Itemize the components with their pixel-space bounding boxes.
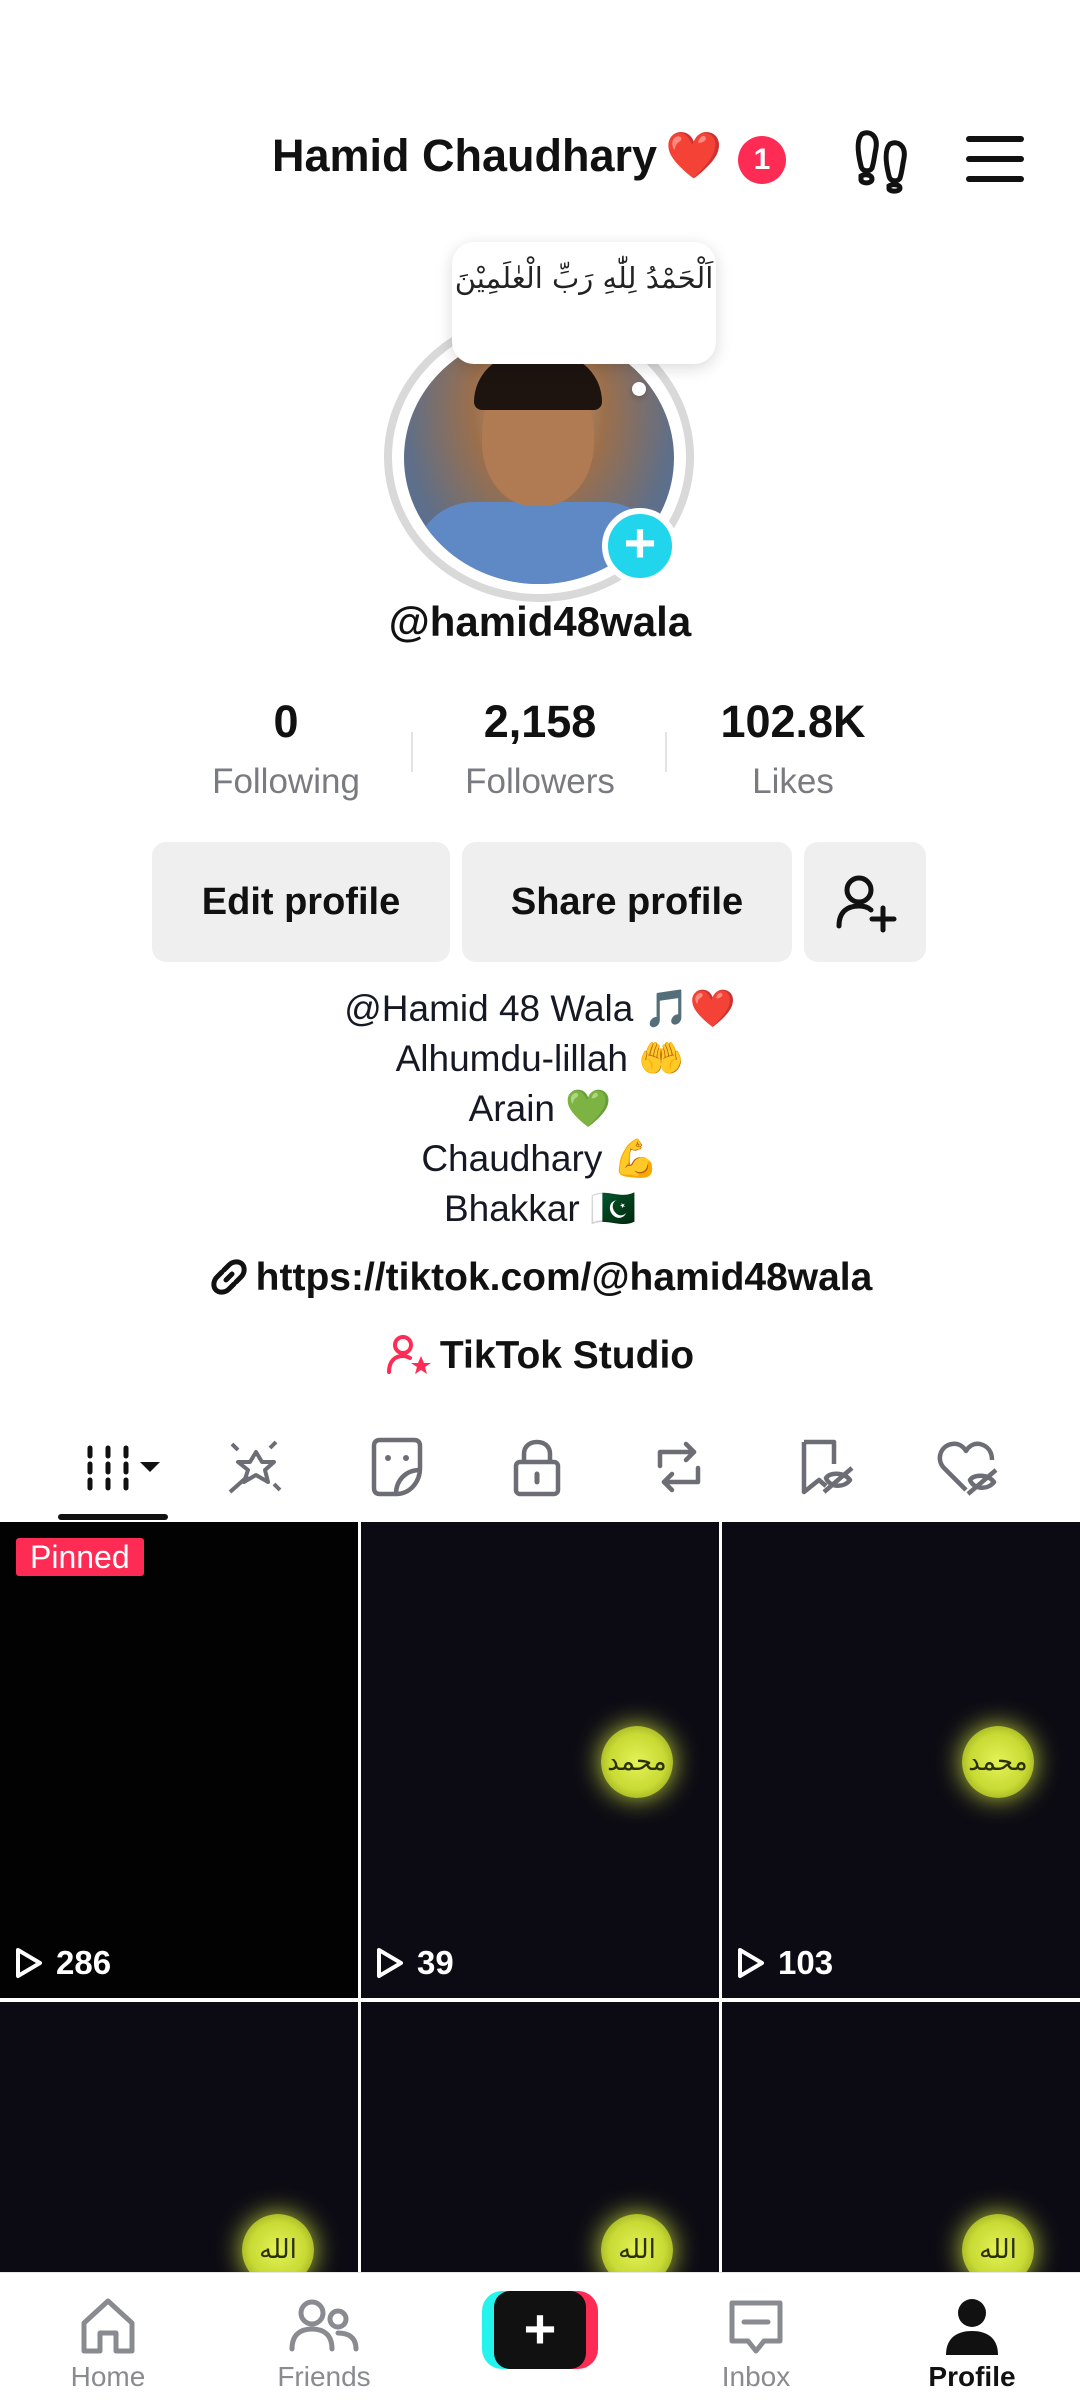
following-count: 0 (273, 696, 299, 747)
bio-line: Bhakkar 🇵🇰 (443, 1188, 637, 1229)
bio: @Hamid 48 Wala 🎵❤️ Alhumdu-lillah 🤲 Arai… (0, 984, 1080, 1234)
video-thumbnail[interactable]: Pinned 286 (0, 1522, 358, 1998)
nav-home-label: Home (70, 2361, 146, 2392)
notification-badge[interactable]: 1 (738, 136, 786, 184)
play-icon (16, 1948, 42, 1978)
nav-inbox-label: Inbox (721, 2361, 791, 2392)
plus-icon: + (494, 2291, 586, 2369)
nav-home[interactable]: Home (28, 2295, 188, 2393)
nav-inbox[interactable]: Inbox (676, 2295, 836, 2393)
edit-profile-button[interactable]: Edit profile (152, 842, 450, 962)
video-thumbnail[interactable]: الله (361, 2002, 719, 2272)
likes-stat[interactable]: 102.8K Likes (673, 696, 913, 802)
following-stat[interactable]: 0 Following (166, 696, 406, 802)
view-count: 103 (736, 1944, 833, 1982)
emblem-muhammad: محمد (601, 1726, 673, 1798)
stat-divider (411, 732, 413, 772)
view-count-text: 39 (417, 1944, 454, 1981)
followers-stat[interactable]: 2,158 Followers (420, 696, 660, 802)
video-thumbnail[interactable]: الله (0, 2002, 358, 2272)
emblem-muhammad: محمد (962, 1726, 1034, 1798)
followers-count: 2,158 (483, 696, 597, 747)
videos-grid-icon[interactable] (80, 1432, 170, 1502)
note-bubble[interactable]: اَلْحَمْدُ لِلّٰهِ رَبِّ الْعٰلَمِيْنَ (452, 242, 716, 364)
video-grid: Pinned 286 محمد 39 محمد 103 الله الله ال… (0, 1522, 1080, 2272)
add-person-icon (836, 875, 897, 933)
profile-header: Hamid Chaudhary ❤️ 1 (0, 120, 1080, 200)
reposts-icon[interactable] (644, 1432, 714, 1502)
nav-friends-label: Friends (277, 2361, 371, 2392)
play-icon (377, 1948, 403, 1978)
bottom-nav: Home Friends + Inbox Profile (0, 2272, 1080, 2408)
add-story-button[interactable]: + (602, 508, 678, 584)
friends-icon (289, 2299, 359, 2352)
hamburger-menu-icon[interactable] (966, 136, 1024, 182)
liked-hidden-icon[interactable] (932, 1432, 1002, 1502)
private-lock-icon[interactable] (502, 1432, 572, 1502)
bio-line: Arain 💚 (468, 1088, 612, 1129)
likes-count: 102.8K (720, 696, 866, 747)
emblem-allah: الله (601, 2214, 673, 2272)
following-label: Following (212, 762, 360, 801)
likes-label: Likes (752, 762, 834, 801)
note-bubble-tail (632, 382, 646, 396)
display-name-text: Hamid Chaudhary (272, 130, 658, 181)
profile-icon (946, 2299, 998, 2355)
bio-line: Chaudhary 💪 (421, 1138, 659, 1179)
emblem-allah: الله (242, 2214, 314, 2272)
add-friend-button[interactable] (804, 842, 926, 962)
profile-link[interactable]: https://tiktok.com/@hamid48wala (0, 1256, 1080, 1300)
view-count: 39 (375, 1944, 454, 1982)
username: @hamid48wala (388, 598, 692, 645)
footprints-icon[interactable] (852, 126, 912, 194)
studio-person-star-icon (386, 1335, 431, 1374)
view-count: 286 (14, 1944, 111, 1982)
video-thumbnail[interactable]: محمد 103 (722, 1522, 1080, 1998)
content-tabs (0, 1424, 1080, 1522)
nav-friends[interactable]: Friends (244, 2295, 404, 2393)
view-count-text: 103 (778, 1944, 834, 1981)
display-name[interactable]: Hamid Chaudhary ❤️ (272, 128, 722, 183)
heart-emoji: ❤️ (665, 129, 723, 181)
nav-profile-label: Profile (928, 2361, 1016, 2392)
active-tab-indicator (58, 1514, 168, 1520)
emblem-allah: الله (962, 2214, 1034, 2272)
effects-icon[interactable] (220, 1432, 290, 1502)
tiktok-studio-label: TikTok Studio (439, 1334, 695, 1377)
stickers-icon[interactable] (362, 1432, 432, 1502)
bio-line: @Hamid 48 Wala 🎵❤️ (344, 988, 736, 1029)
stat-divider (665, 732, 667, 772)
profile-stats: 0 Following 2,158 Followers 102.8K Likes (0, 696, 1080, 816)
nav-profile[interactable]: Profile (892, 2295, 1052, 2393)
favorites-hidden-icon[interactable] (790, 1432, 860, 1502)
home-icon (81, 2298, 135, 2354)
inbox-icon (729, 2300, 783, 2354)
link-icon (211, 1259, 247, 1295)
video-thumbnail[interactable]: الله (722, 2002, 1080, 2272)
play-icon (738, 1948, 764, 1978)
view-count-text: 286 (56, 1944, 112, 1981)
video-thumbnail[interactable]: محمد 39 (361, 1522, 719, 1998)
pinned-badge: Pinned (16, 1538, 144, 1576)
tiktok-studio-link[interactable]: TikTok Studio (0, 1334, 1080, 1378)
profile-link-text: https://tiktok.com/@hamid48wala (255, 1256, 873, 1299)
bio-line: Alhumdu-lillah 🤲 (395, 1038, 685, 1079)
followers-label: Followers (465, 762, 615, 801)
share-profile-button[interactable]: Share profile (462, 842, 792, 962)
create-button[interactable]: + (482, 2291, 598, 2369)
